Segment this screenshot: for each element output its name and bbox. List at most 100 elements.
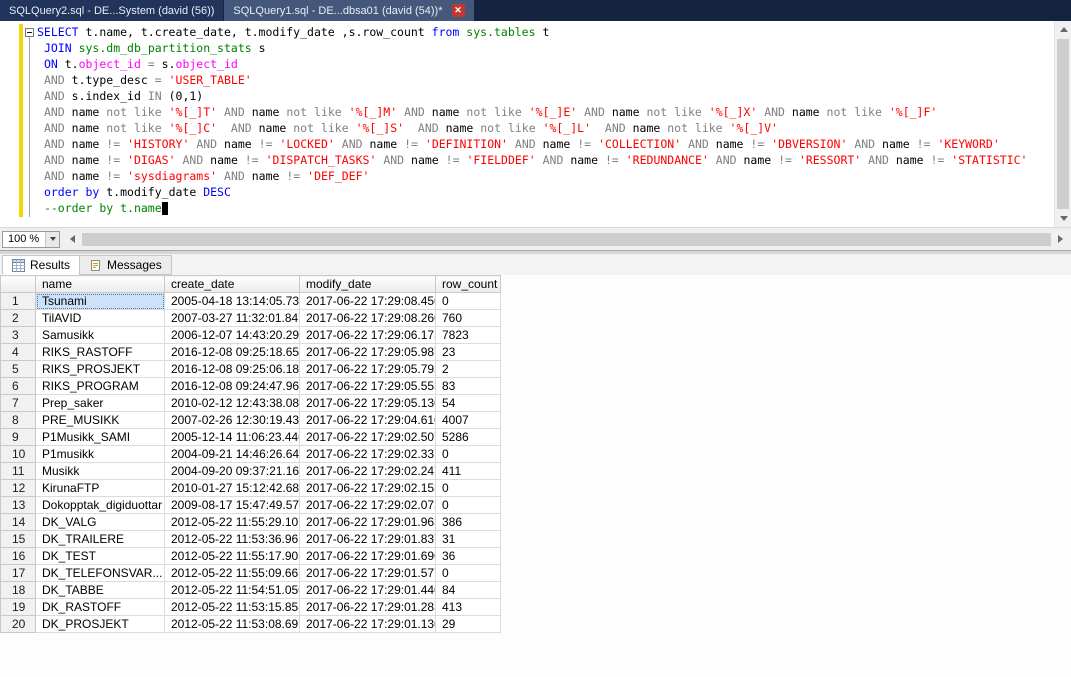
row-number-cell[interactable]: 7 xyxy=(1,395,36,412)
column-header-row_count[interactable]: row_count xyxy=(436,276,501,293)
grid-cell-name[interactable]: Musikk xyxy=(36,463,165,480)
grid-cell-row_count[interactable]: 83 xyxy=(436,378,501,395)
grid-cell-modify_date[interactable]: 2017-06-22 17:29:08.260 xyxy=(300,310,436,327)
grid-cell-row_count[interactable]: 413 xyxy=(436,599,501,616)
column-header-create_date[interactable]: create_date xyxy=(165,276,300,293)
code-line[interactable]: --order by t.name xyxy=(37,200,1053,216)
grid-cell-name[interactable]: Samusikk xyxy=(36,327,165,344)
code-line[interactable]: SELECT t.name, t.create_date, t.modify_d… xyxy=(37,24,1053,40)
grid-cell-row_count[interactable]: 4007 xyxy=(436,412,501,429)
grid-cell-row_count[interactable]: 23 xyxy=(436,344,501,361)
scroll-down-icon[interactable] xyxy=(1055,210,1071,227)
grid-cell-name[interactable]: DK_TEST xyxy=(36,548,165,565)
scrollbar-thumb[interactable] xyxy=(82,233,1051,246)
grid-cell-create_date[interactable]: 2012-05-22 11:55:29.107 xyxy=(165,514,300,531)
grid-cell-modify_date[interactable]: 2017-06-22 17:29:01.440 xyxy=(300,582,436,599)
grid-cell-modify_date[interactable]: 2017-06-22 17:29:02.337 xyxy=(300,446,436,463)
grid-cell-name[interactable]: KirunaFTP xyxy=(36,480,165,497)
editor-horizontal-scrollbar[interactable] xyxy=(64,231,1069,248)
grid-cell-row_count[interactable]: 0 xyxy=(436,293,501,310)
grid-cell-row_count[interactable]: 0 xyxy=(436,565,501,582)
grid-cell-name[interactable]: Dokopptak_digiduottar xyxy=(36,497,165,514)
grid-cell-name[interactable]: DK_TABBE xyxy=(36,582,165,599)
code-line[interactable]: order by t.modify_date DESC xyxy=(37,184,1053,200)
code-line[interactable]: AND name != 'HISTORY' AND name != 'LOCKE… xyxy=(37,136,1053,152)
grid-cell-create_date[interactable]: 2004-09-20 09:37:21.160 xyxy=(165,463,300,480)
grid-cell-create_date[interactable]: 2012-05-22 11:53:36.967 xyxy=(165,531,300,548)
chevron-down-icon[interactable] xyxy=(45,232,59,247)
grid-cell-name[interactable]: Tsunami xyxy=(36,293,165,310)
grid-cell-row_count[interactable]: 5286 xyxy=(436,429,501,446)
row-number-cell[interactable]: 15 xyxy=(1,531,36,548)
grid-cell-modify_date[interactable]: 2017-06-22 17:29:05.987 xyxy=(300,344,436,361)
grid-cell-name[interactable]: TilAVID xyxy=(36,310,165,327)
grid-cell-create_date[interactable]: 2005-04-18 13:14:05.733 xyxy=(165,293,300,310)
grid-cell-create_date[interactable]: 2016-12-08 09:24:47.960 xyxy=(165,378,300,395)
row-number-cell[interactable]: 2 xyxy=(1,310,36,327)
grid-cell-modify_date[interactable]: 2017-06-22 17:29:02.507 xyxy=(300,429,436,446)
grid-cell-modify_date[interactable]: 2017-06-22 17:29:01.577 xyxy=(300,565,436,582)
grid-cell-modify_date[interactable]: 2017-06-22 17:29:02.073 xyxy=(300,497,436,514)
document-tab-sqlquery2[interactable]: SQLQuery2.sql - DE...System (david (56)) xyxy=(0,0,223,21)
row-number-cell[interactable]: 6 xyxy=(1,378,36,395)
grid-cell-row_count[interactable]: 84 xyxy=(436,582,501,599)
grid-cell-row_count[interactable]: 760 xyxy=(436,310,501,327)
grid-cell-name[interactable]: P1Musikk_SAMI xyxy=(36,429,165,446)
grid-cell-modify_date[interactable]: 2017-06-22 17:29:01.690 xyxy=(300,548,436,565)
grid-cell-name[interactable]: DK_TRAILERE xyxy=(36,531,165,548)
grid-cell-row_count[interactable]: 0 xyxy=(436,446,501,463)
row-number-cell[interactable]: 14 xyxy=(1,514,36,531)
fold-collapse-icon[interactable] xyxy=(25,28,34,37)
row-number-cell[interactable]: 13 xyxy=(1,497,36,514)
grid-cell-modify_date[interactable]: 2017-06-22 17:29:02.247 xyxy=(300,463,436,480)
grid-cell-row_count[interactable]: 0 xyxy=(436,480,501,497)
row-number-cell[interactable]: 12 xyxy=(1,480,36,497)
grid-cell-row_count[interactable]: 2 xyxy=(436,361,501,378)
grid-cell-create_date[interactable]: 2009-08-17 15:47:49.570 xyxy=(165,497,300,514)
code-area[interactable]: SELECT t.name, t.create_date, t.modify_d… xyxy=(37,24,1053,227)
grid-cell-create_date[interactable]: 2004-09-21 14:46:26.647 xyxy=(165,446,300,463)
sql-editor[interactable]: SELECT t.name, t.create_date, t.modify_d… xyxy=(0,21,1071,228)
grid-corner-cell[interactable] xyxy=(1,276,36,293)
scroll-right-icon[interactable] xyxy=(1052,231,1069,248)
grid-cell-create_date[interactable]: 2006-12-07 14:43:20.293 xyxy=(165,327,300,344)
grid-cell-modify_date[interactable]: 2017-06-22 17:29:02.153 xyxy=(300,480,436,497)
row-number-cell[interactable]: 9 xyxy=(1,429,36,446)
grid-cell-create_date[interactable]: 2007-02-26 12:30:19.430 xyxy=(165,412,300,429)
grid-cell-name[interactable]: RIKS_RASTOFF xyxy=(36,344,165,361)
row-number-cell[interactable]: 5 xyxy=(1,361,36,378)
grid-cell-create_date[interactable]: 2012-05-22 11:53:08.697 xyxy=(165,616,300,633)
grid-cell-create_date[interactable]: 2010-02-12 12:43:38.080 xyxy=(165,395,300,412)
tab-results[interactable]: Results xyxy=(2,255,80,275)
grid-cell-row_count[interactable]: 0 xyxy=(436,497,501,514)
grid-cell-name[interactable]: PRE_MUSIKK xyxy=(36,412,165,429)
grid-cell-create_date[interactable]: 2012-05-22 11:55:09.667 xyxy=(165,565,300,582)
code-line[interactable]: AND name != 'DIGAS' AND name != 'DISPATC… xyxy=(37,152,1053,168)
zoom-level-select[interactable]: 100 % xyxy=(2,231,60,248)
close-icon[interactable]: ✕ xyxy=(452,4,465,17)
row-number-cell[interactable]: 11 xyxy=(1,463,36,480)
tab-messages[interactable]: Messages xyxy=(79,255,172,275)
grid-cell-name[interactable]: RIKS_PROGRAM xyxy=(36,378,165,395)
row-number-cell[interactable]: 18 xyxy=(1,582,36,599)
grid-cell-name[interactable]: DK_TELEFONSVAR... xyxy=(36,565,165,582)
grid-cell-create_date[interactable]: 2016-12-08 09:25:18.657 xyxy=(165,344,300,361)
grid-cell-name[interactable]: P1musikk xyxy=(36,446,165,463)
scrollbar-thumb[interactable] xyxy=(1057,39,1069,209)
document-tab-sqlquery1[interactable]: SQLQuery1.sql - DE...dbsa01 (david (54))… xyxy=(224,0,473,21)
grid-cell-modify_date[interactable]: 2017-06-22 17:29:05.130 xyxy=(300,395,436,412)
grid-cell-create_date[interactable]: 2016-12-08 09:25:06.180 xyxy=(165,361,300,378)
grid-cell-modify_date[interactable]: 2017-06-22 17:29:08.450 xyxy=(300,293,436,310)
grid-cell-modify_date[interactable]: 2017-06-22 17:29:04.610 xyxy=(300,412,436,429)
grid-cell-create_date[interactable]: 2010-01-27 15:12:42.680 xyxy=(165,480,300,497)
grid-cell-name[interactable]: DK_RASTOFF xyxy=(36,599,165,616)
scroll-up-icon[interactable] xyxy=(1055,21,1071,38)
code-line[interactable]: AND name not like '%[_]C' AND name not l… xyxy=(37,120,1053,136)
row-number-cell[interactable]: 4 xyxy=(1,344,36,361)
code-line[interactable]: AND s.index_id IN (0,1) xyxy=(37,88,1053,104)
code-line[interactable]: AND name not like '%[_]T' AND name not l… xyxy=(37,104,1053,120)
grid-cell-name[interactable]: DK_VALG xyxy=(36,514,165,531)
row-number-cell[interactable]: 19 xyxy=(1,599,36,616)
grid-cell-row_count[interactable]: 386 xyxy=(436,514,501,531)
code-line[interactable]: ON t.object_id = s.object_id xyxy=(37,56,1053,72)
